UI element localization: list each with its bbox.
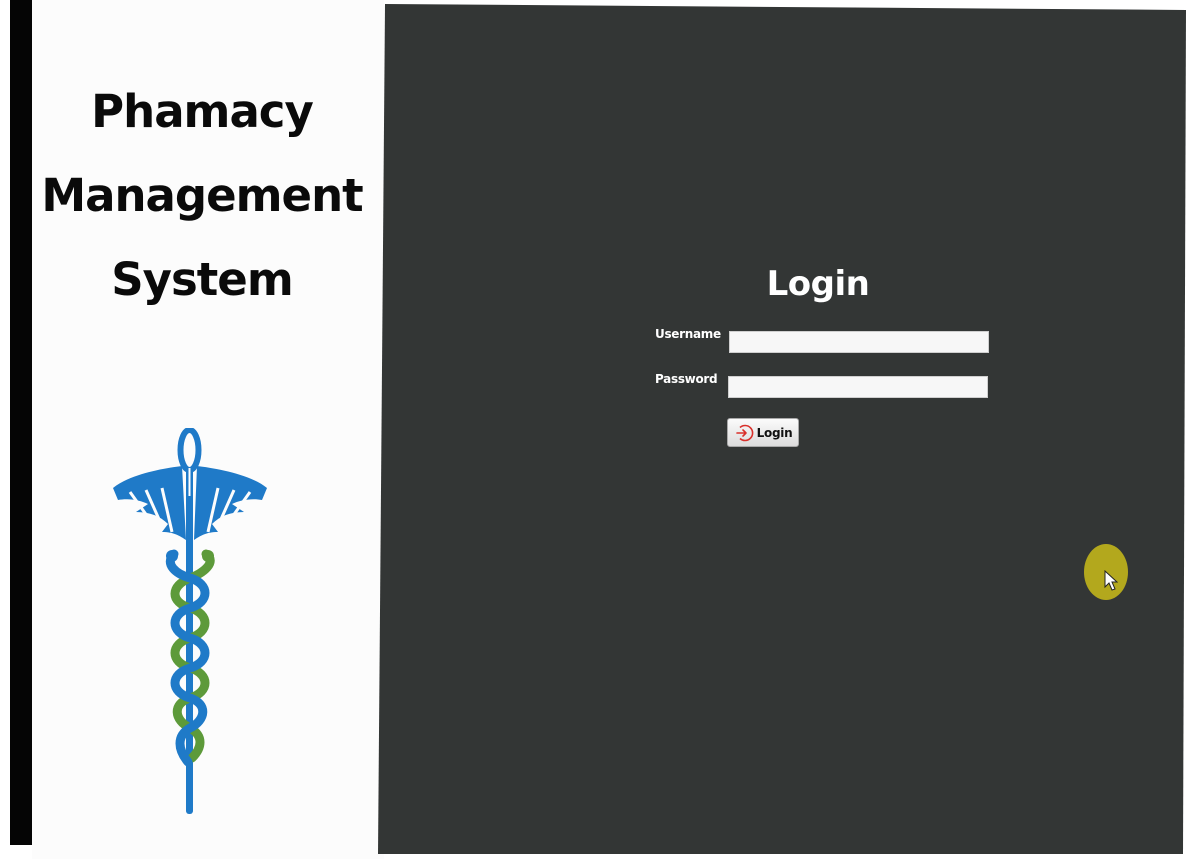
app-title: Phamacy Management System — [32, 70, 372, 322]
login-heading: Login — [766, 264, 870, 304]
password-label: Password — [655, 372, 718, 386]
login-button-label: Login — [756, 425, 793, 440]
app-title-line-2: Management — [41, 169, 363, 222]
screen-edge — [0, 0, 10, 859]
window-border — [10, 0, 32, 845]
app-window: Phamacy Management System Login Username… — [0, 0, 1187, 859]
caduceus-icon — [113, 428, 267, 814]
login-button[interactable]: Login — [727, 418, 799, 447]
brand-panel: Phamacy Management System — [32, 0, 384, 859]
mouse-pointer-icon — [1104, 570, 1118, 591]
username-input[interactable] — [729, 331, 989, 353]
login-arrow-icon — [735, 424, 754, 441]
app-title-line-3: System — [111, 253, 293, 306]
username-label: Username — [655, 327, 721, 341]
app-title-line-1: Phamacy — [91, 85, 314, 138]
password-input[interactable] — [728, 376, 988, 398]
